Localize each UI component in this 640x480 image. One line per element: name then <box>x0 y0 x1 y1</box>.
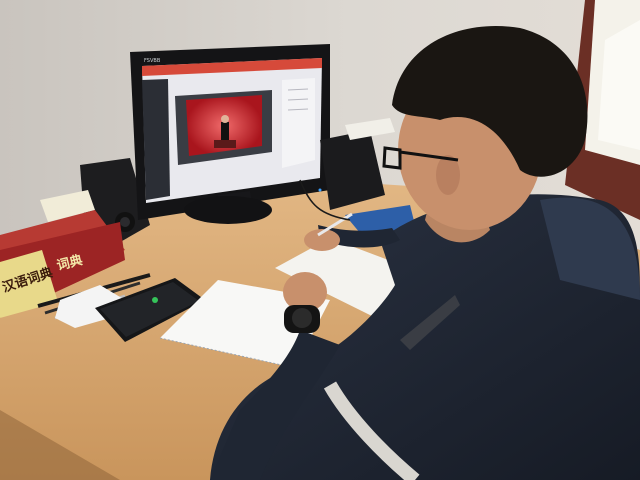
photo-illustration: 汉语词典 词典 FSVBB <box>0 0 640 480</box>
photo-scene: 汉语词典 词典 FSVBB <box>0 0 640 480</box>
monitor-base <box>184 196 272 224</box>
monitor-top-label: FSVBB <box>144 58 161 64</box>
